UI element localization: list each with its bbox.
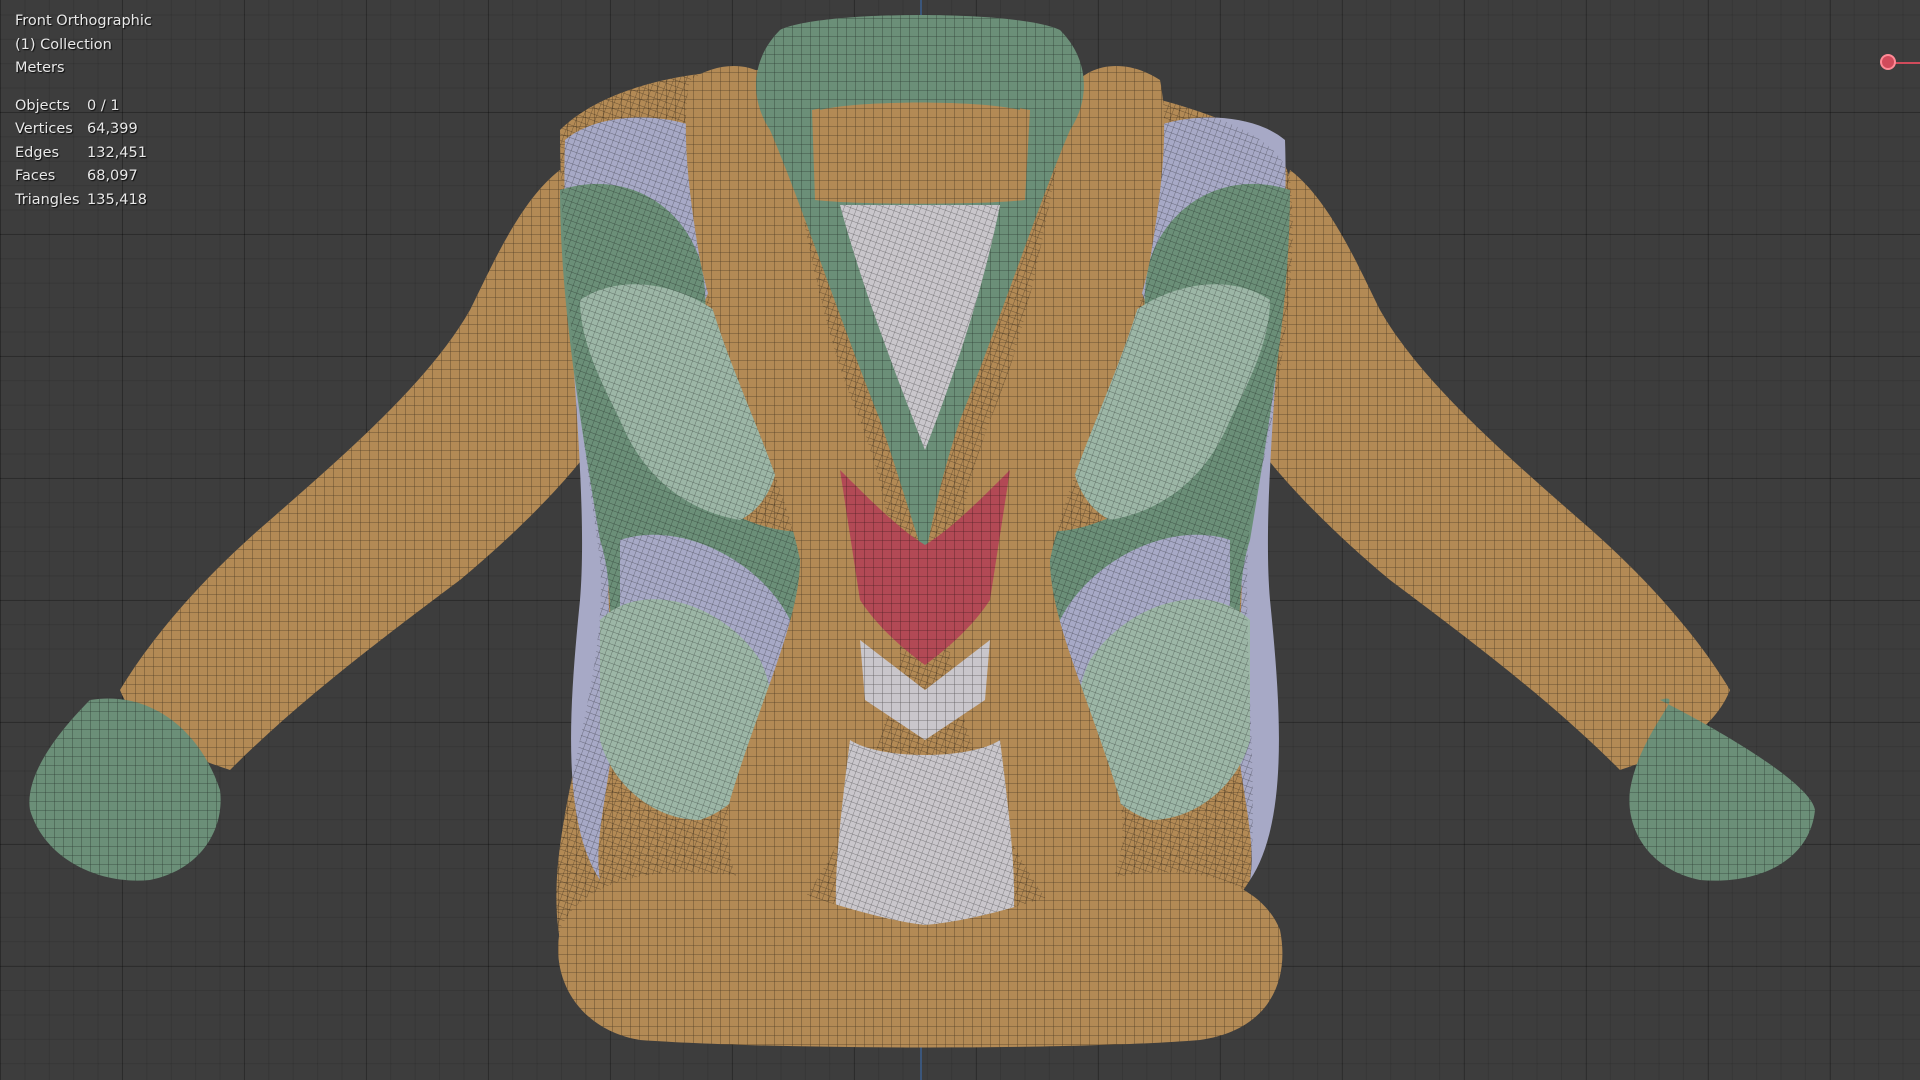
stat-value: 68,097 — [87, 168, 138, 184]
stat-row-faces: Faces 68,097 — [15, 165, 147, 189]
jacket-body — [556, 15, 1293, 1048]
stat-value: 64,399 — [87, 121, 138, 137]
x-axis-handle[interactable] — [1880, 54, 1896, 70]
x-axis-gizmo-icon[interactable] — [1878, 52, 1920, 76]
view-name: Front Orthographic — [15, 13, 152, 29]
stat-label: Faces — [15, 168, 56, 184]
right-sleeve — [1240, 170, 1815, 881]
stat-row-objects: Objects 0 / 1 — [15, 95, 147, 119]
3d-viewport[interactable]: Front Orthographic (1) Collection Meters… — [0, 0, 1920, 1080]
viewport-info-overlay: Front Orthographic (1) Collection Meters… — [15, 10, 152, 212]
x-axis-line — [1892, 62, 1920, 64]
stat-label: Vertices — [15, 121, 73, 137]
stat-label: Edges — [15, 144, 60, 161]
stat-label: Triangles — [15, 191, 80, 208]
stat-value: 0 / 1 — [87, 97, 120, 114]
collection-name: (1) Collection — [15, 36, 112, 53]
scene-statistics: Objects 0 / 1 Vertices 64,399 Edges 132,… — [15, 95, 147, 213]
left-sleeve — [29, 170, 610, 881]
stat-value: 132,451 — [87, 144, 147, 161]
unit-system: Meters — [15, 60, 65, 76]
stat-label: Objects — [15, 97, 70, 114]
jacket-mesh[interactable] — [0, 0, 1920, 1080]
stat-row-edges: Edges 132,451 — [15, 142, 147, 166]
stat-value: 135,418 — [87, 191, 147, 208]
stat-row-triangles: Triangles 135,418 — [15, 189, 147, 213]
stat-row-vertices: Vertices 64,399 — [15, 118, 147, 142]
